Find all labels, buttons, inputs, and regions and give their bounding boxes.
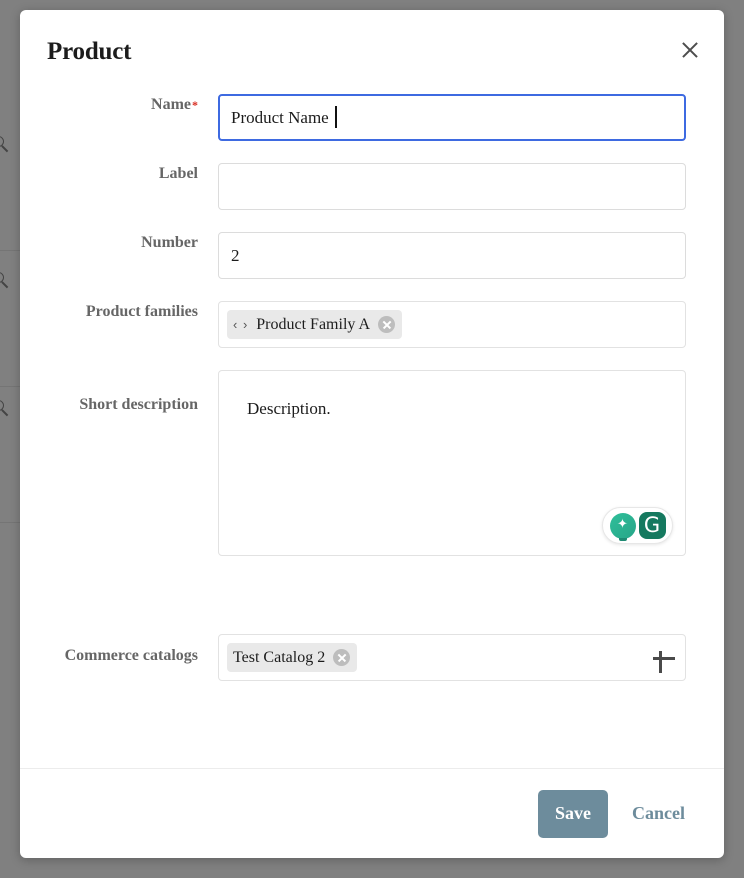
field-label-label: Label [158,165,198,182]
field-row-short-description: Short description Description. ✦ G [26,370,718,556]
modal-header: Product [20,10,724,94]
background-left-column [0,0,20,878]
product-families-input[interactable]: ‹ › Product Family A [218,301,686,348]
label-input[interactable] [218,163,686,210]
commerce-catalogs-input[interactable]: Test Catalog 2 [218,634,686,681]
field-control-commerce-catalogs: Test Catalog 2 [218,634,718,681]
short-description-textarea[interactable]: Description. ✦ G [218,370,686,556]
field-label-commerce-catalogs: Commerce catalogs [64,647,198,664]
field-row-product-families: Product families ‹ › Product Family A [26,301,718,348]
field-label-short-description: Short description [79,396,198,413]
remove-chip-icon[interactable] [378,316,396,333]
close-icon[interactable] [673,33,707,67]
add-commerce-catalog-plus-icon[interactable] [649,643,679,673]
search-icon[interactable] [0,272,11,290]
field-control-product-families: ‹ › Product Family A [218,301,718,348]
field-row-number: Number [26,232,718,279]
field-row-label: Label [26,163,718,210]
field-label-name-text: Name [151,96,191,113]
text-cursor [335,106,337,128]
number-input[interactable] [218,232,686,279]
row-divider [0,250,20,251]
required-indicator: * [192,98,198,112]
field-control-name [218,94,718,141]
chip-label: Test Catalog 2 [233,648,326,666]
sparkle-glyph: ✦ [617,516,628,532]
name-input[interactable] [218,94,686,141]
field-row-commerce-catalogs: Commerce catalogs Test Catalog 2 [26,634,718,681]
field-label-name: Name* [26,94,218,115]
modal-footer: Save Cancel [20,768,724,858]
field-control-short-description: Description. ✦ G [218,370,718,556]
row-divider [0,386,20,387]
chip-test-catalog-2[interactable]: Test Catalog 2 [227,643,358,672]
bulb-base [618,537,627,541]
ai-suggestion-icon[interactable]: ✦ [609,512,636,541]
grammarly-icon[interactable]: G [638,512,666,539]
field-control-number [218,232,718,279]
search-icon[interactable] [0,400,11,418]
row-divider [0,522,20,523]
writing-assistant-widget[interactable]: ✦ G [602,507,673,544]
chip-product-family-a[interactable]: ‹ › Product Family A [227,310,403,339]
field-row-name: Name* [26,94,718,141]
product-form: Name* Label Number Product families [20,94,724,681]
product-modal: Product Name* Label Number [20,10,724,858]
field-control-label [218,163,718,210]
short-description-text: Description. [247,399,331,418]
chip-label: Product Family A [256,315,371,333]
remove-chip-icon[interactable] [333,649,351,666]
field-label-product-families: Product families [85,303,198,320]
search-icon[interactable] [0,136,11,154]
field-label-number: Number [141,234,198,251]
drag-handle-icon[interactable]: ‹ › [233,317,248,332]
cancel-button[interactable]: Cancel [618,793,699,834]
page-title: Product [47,38,132,65]
save-button[interactable]: Save [538,789,608,838]
